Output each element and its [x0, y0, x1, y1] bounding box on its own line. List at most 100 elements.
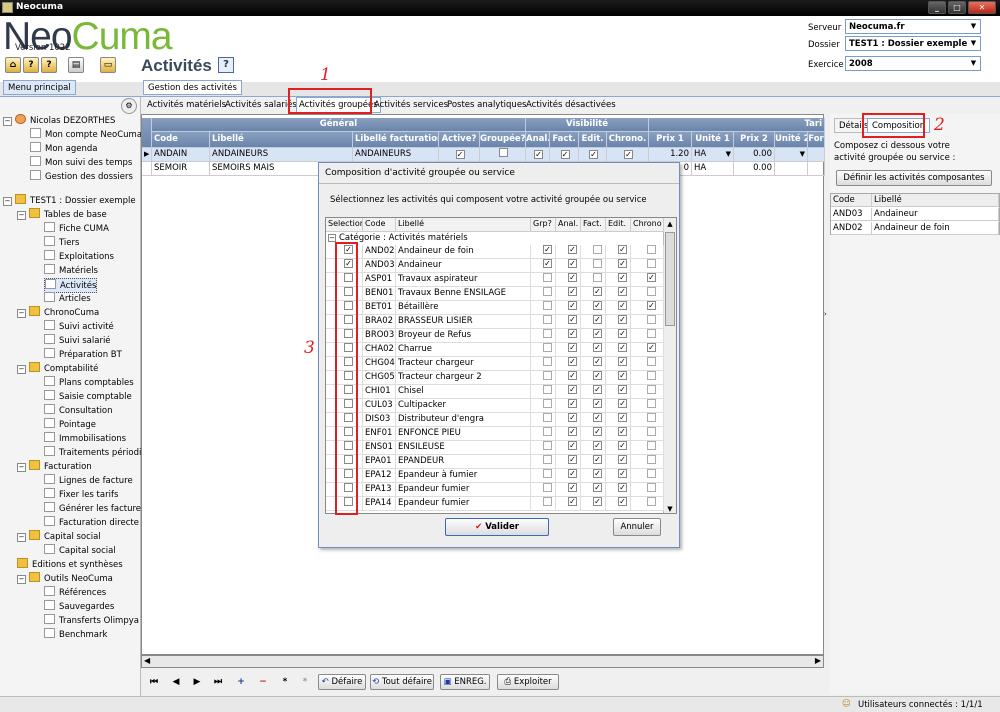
- checkbox-fact[interactable]: ✓: [593, 371, 602, 380]
- dialog-row[interactable]: BRA02 BRASSEUR LISIER ✓ ✓ ✓: [326, 315, 664, 329]
- subtab[interactable]: Activités salariés: [225, 99, 297, 111]
- checkbox-fact[interactable]: ✓: [593, 483, 602, 492]
- cell-groupee[interactable]: [480, 148, 526, 162]
- tree-item[interactable]: Références: [44, 586, 106, 599]
- tree-item[interactable]: Transferts Olimpya: [44, 614, 139, 627]
- add-record-icon[interactable]: +: [234, 675, 248, 691]
- tree-item[interactable]: Suivi activité: [44, 320, 114, 333]
- checkbox-edit[interactable]: ✓: [618, 315, 627, 324]
- cell-fact[interactable]: [581, 245, 606, 259]
- tree-item[interactable]: Plans comptables: [44, 376, 134, 389]
- page-help-icon[interactable]: ?: [218, 57, 234, 73]
- cell-chrono[interactable]: [631, 287, 664, 301]
- expand-toggle-icon[interactable]: −: [17, 463, 26, 472]
- checkbox-chrono[interactable]: [647, 315, 656, 324]
- tree-item[interactable]: Fixer les tarifs: [44, 488, 118, 501]
- cell-anal[interactable]: ✓: [556, 385, 581, 399]
- checkbox-grp[interactable]: [543, 497, 552, 506]
- dialog-row[interactable]: EPA01 EPANDEUR ✓ ✓ ✓: [326, 455, 664, 469]
- cell-chrono[interactable]: [631, 259, 664, 273]
- tree-item[interactable]: Préparation BT: [44, 348, 122, 361]
- prev-record-icon[interactable]: ◀: [169, 675, 183, 691]
- comp-row-code[interactable]: AND02: [831, 222, 872, 235]
- subtab[interactable]: Activités matériels: [147, 99, 226, 111]
- checkbox-fact[interactable]: ✓: [593, 385, 602, 394]
- checkbox-anal[interactable]: ✓: [568, 413, 577, 422]
- checkbox-chrono[interactable]: [647, 287, 656, 296]
- checkbox-fact[interactable]: ✓: [593, 357, 602, 366]
- checkbox-anal[interactable]: ✓: [568, 343, 577, 352]
- cell-edit[interactable]: ✓: [606, 259, 631, 273]
- cell-prix1[interactable]: 1.20: [649, 148, 692, 162]
- checkbox-chrono[interactable]: ✓: [647, 343, 656, 352]
- cell-fact[interactable]: ✓: [581, 357, 606, 371]
- cell-grp[interactable]: [531, 371, 556, 385]
- cell-code[interactable]: ANDAIN: [152, 148, 210, 162]
- cell-chrono[interactable]: [631, 357, 664, 371]
- scroll-left-icon[interactable]: ◀: [144, 656, 150, 665]
- cell-anal[interactable]: ✓: [556, 301, 581, 315]
- cell-fact[interactable]: ✓: [581, 399, 606, 413]
- checkbox-chrono[interactable]: [647, 399, 656, 408]
- cell-grp[interactable]: ✓: [531, 259, 556, 273]
- cell-anal[interactable]: ✓: [556, 469, 581, 483]
- checkbox-active[interactable]: ✓: [455, 150, 465, 159]
- cell-edit[interactable]: ✓: [606, 357, 631, 371]
- checkbox-edit[interactable]: ✓: [618, 329, 627, 338]
- cell-fact[interactable]: ✓: [581, 343, 606, 357]
- checkbox-anal[interactable]: ✓: [568, 427, 577, 436]
- expand-toggle-icon[interactable]: −: [17, 533, 26, 542]
- tree-item[interactable]: Saisie comptable: [44, 390, 132, 403]
- checkbox-fact[interactable]: ✓: [593, 301, 602, 310]
- cell-grp[interactable]: [531, 357, 556, 371]
- checkbox-chrono[interactable]: [647, 427, 656, 436]
- dialog-row[interactable]: CHG04 Tracteur chargeur ✓ ✓ ✓: [326, 357, 664, 371]
- checkbox-anal[interactable]: ✓: [568, 371, 577, 380]
- cell-edit[interactable]: ✓: [606, 245, 631, 259]
- tree-item[interactable]: Suivi salarié: [44, 334, 111, 347]
- horizontal-scrollbar[interactable]: ◀ ▶: [141, 655, 824, 668]
- tree-item[interactable]: Générer les factures: [44, 502, 145, 515]
- checkbox-grp[interactable]: [543, 273, 552, 282]
- dialog-row[interactable]: EPA14 Epandeur fumier ✓ ✓ ✓: [326, 497, 664, 511]
- cell-anal[interactable]: ✓: [556, 273, 581, 287]
- checkbox-fact[interactable]: ✓: [593, 329, 602, 338]
- cell-fact[interactable]: ✓: [581, 455, 606, 469]
- cell-anal[interactable]: ✓: [556, 287, 581, 301]
- cell-edit[interactable]: ✓: [606, 469, 631, 483]
- cell-chrono[interactable]: [631, 497, 664, 511]
- checkbox-edit[interactable]: ✓: [618, 273, 627, 282]
- checkbox-chrono[interactable]: ✓: [624, 150, 633, 159]
- tree-group[interactable]: − Facturation: [17, 460, 92, 473]
- tree-item[interactable]: Traitements périodiqu: [44, 446, 152, 459]
- checkbox-grp[interactable]: [543, 287, 552, 296]
- column-header[interactable]: Groupée?: [480, 132, 526, 148]
- expand-toggle-icon[interactable]: −: [17, 575, 26, 584]
- dialog-column-header[interactable]: Libellé: [396, 218, 531, 232]
- checkbox-fact[interactable]: [593, 259, 602, 268]
- checkbox-edit[interactable]: ✓: [589, 150, 598, 159]
- checkbox-edit[interactable]: ✓: [618, 441, 627, 450]
- cell-grp[interactable]: [531, 469, 556, 483]
- tree-group[interactable]: − Tables de base: [17, 208, 107, 221]
- checkbox-grp[interactable]: [543, 371, 552, 380]
- cell-edit[interactable]: ✓: [606, 413, 631, 427]
- cell-edit[interactable]: ✓: [606, 273, 631, 287]
- cell-anal[interactable]: ✓: [556, 259, 581, 273]
- column-header[interactable]: Chrono.: [607, 132, 649, 148]
- checkbox-anal[interactable]: ✓: [568, 287, 577, 296]
- checkbox-fact[interactable]: [593, 245, 602, 254]
- expand-toggle-icon[interactable]: −: [17, 211, 26, 220]
- expand-toggle-icon[interactable]: −: [3, 117, 12, 126]
- tree-item[interactable]: Gestion des dossiers: [30, 170, 133, 183]
- checkbox-fact[interactable]: ✓: [593, 413, 602, 422]
- scroll-thumb[interactable]: [665, 232, 675, 326]
- checkbox-fact[interactable]: [593, 273, 602, 282]
- cell-grp[interactable]: [531, 385, 556, 399]
- checkbox-chrono[interactable]: [647, 371, 656, 380]
- checkbox-anal[interactable]: ✓: [568, 315, 577, 324]
- cell-edit[interactable]: ✓: [606, 315, 631, 329]
- dialog-column-header[interactable]: Chrono: [631, 218, 664, 232]
- cell-grp[interactable]: [531, 483, 556, 497]
- cell-fact[interactable]: ✓: [550, 148, 579, 162]
